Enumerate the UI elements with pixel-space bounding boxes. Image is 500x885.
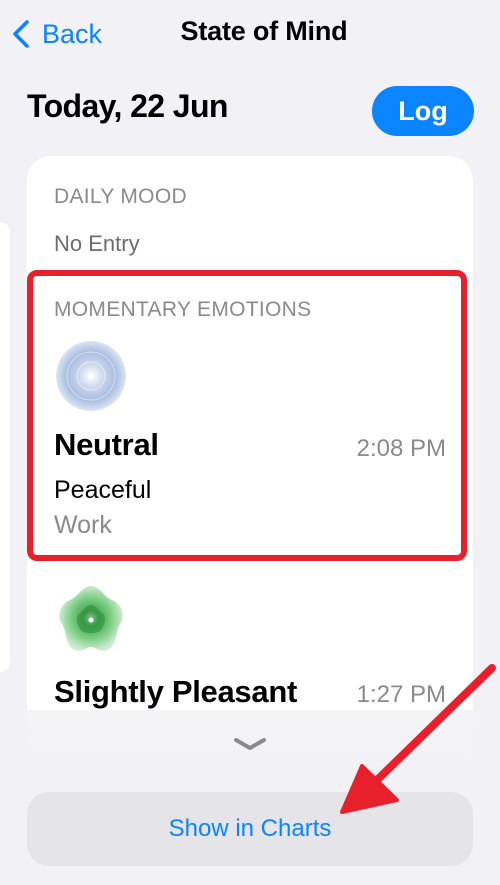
expand-button[interactable]	[226, 732, 274, 756]
mood-card: DAILY MOOD No Entry MOMENTARY EMOTIONS N…	[27, 156, 473, 770]
neutral-mood-icon	[54, 339, 128, 413]
date-heading: Today, 22 Jun	[27, 88, 228, 124]
chevron-down-icon	[234, 738, 266, 750]
daily-mood-value: No Entry	[54, 231, 140, 256]
pleasant-mood-icon	[54, 583, 128, 657]
previous-day-card-edge[interactable]	[0, 222, 10, 672]
mood-title: Slightly Pleasant	[54, 674, 297, 709]
mood-context: Work	[54, 511, 112, 539]
log-button[interactable]: Log	[372, 86, 474, 136]
page-title: State of Mind	[180, 16, 348, 46]
daily-mood-label: DAILY MOOD	[54, 185, 187, 208]
mood-title: Neutral	[54, 427, 159, 462]
mood-time: 2:08 PM	[356, 435, 446, 462]
mood-time: 1:27 PM	[356, 681, 446, 708]
show-in-charts-button[interactable]: Show in Charts	[27, 792, 473, 866]
momentary-emotions-label: MOMENTARY EMOTIONS	[54, 298, 312, 321]
navigation-bar: Back State of Mind	[0, 0, 500, 68]
mood-feeling: Peaceful	[54, 476, 152, 504]
